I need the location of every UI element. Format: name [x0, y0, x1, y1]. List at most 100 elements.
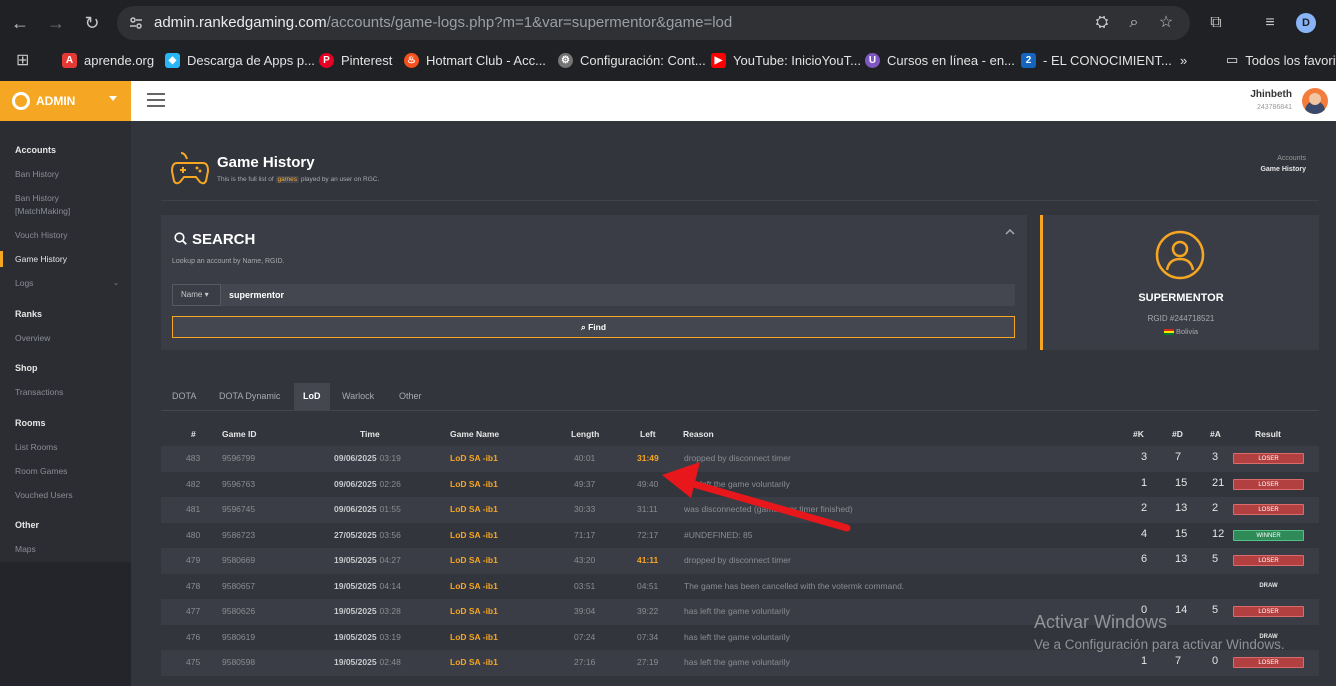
bookmark-label: Configuración: Cont... [580, 52, 706, 68]
sidebar-active-indicator [0, 251, 3, 267]
sidebar-item-transactions[interactable]: Transactions [15, 386, 63, 399]
game-name[interactable]: LoD SA -ib1 [450, 479, 498, 489]
game-name[interactable]: LoD SA -ib1 [450, 504, 498, 514]
brand-menu[interactable]: ADMIN [0, 81, 131, 121]
game-name[interactable]: LoD SA -ib1 [450, 632, 498, 642]
hamburger-menu-icon[interactable] [147, 93, 165, 107]
left-time: 31:49 [637, 453, 659, 463]
search-icon: ⌕ [580, 322, 586, 332]
address-bar[interactable]: admin.rankedgaming.com/accounts/game-log… [117, 6, 1190, 40]
game-name[interactable]: LoD SA -ib1 [450, 453, 498, 463]
bookmark-item[interactable]: ♨ Hotmart Club - Acc... [404, 51, 546, 69]
search-title: SEARCH [192, 231, 256, 248]
profile-card: SUPERMENTOR RGID #244718521 Bolivia [1040, 215, 1319, 350]
kills: 1 [1141, 655, 1148, 667]
folder-icon: ▭ [1226, 52, 1239, 67]
sidebar-section-rooms: Rooms [15, 418, 46, 428]
page-subtitle: This is the full list of games played by… [217, 176, 379, 183]
chevron-up-icon[interactable] [1005, 227, 1015, 237]
bookmark-favicon-icon: 2 [1021, 52, 1036, 68]
sidebar-item-ban-history-mm[interactable]: Ban History [MatchMaking] [15, 192, 95, 218]
sidebar-item-vouch-history[interactable]: Vouch History [15, 229, 67, 242]
user-id: 243786841 [1256, 104, 1292, 111]
bookmark-item[interactable]: P Pinterest [319, 51, 392, 69]
bookmark-item[interactable]: Aaprende.org [62, 51, 154, 69]
apps-grid-icon[interactable]: ⊞ [16, 51, 29, 69]
game-name[interactable]: LoD SA -ib1 [450, 657, 498, 667]
sidebar-item-ban-history[interactable]: Ban History [15, 168, 59, 181]
row-number: 483 [186, 453, 201, 463]
deaths: 14 [1175, 604, 1188, 616]
user-name[interactable]: Jhinbeth [1250, 89, 1292, 100]
table-row: 481 9596745 09/06/2025 01:55 LoD SA -ib1 30:3… [161, 497, 1319, 523]
reload-icon[interactable]: ↻ [80, 11, 104, 35]
left-time: 27:19 [637, 657, 659, 667]
kills: 1 [1141, 476, 1148, 489]
game-name[interactable]: LoD SA -ib1 [450, 530, 498, 540]
user-avatar[interactable] [1302, 88, 1328, 114]
subtitle-pre: This is the full list of [217, 176, 274, 183]
date-text: 09/06/2025 [334, 478, 377, 489]
tabs-divider [161, 410, 1319, 411]
bookmark-item[interactable]: ◆ Descarga de Apps p... [165, 51, 315, 69]
sidebar-item-game-history[interactable]: Game History [15, 253, 67, 266]
time-text: 02:48 [379, 657, 401, 667]
search-type-select[interactable]: Name ▾ [172, 284, 221, 306]
bookmark-item[interactable]: 2 - EL CONOCIMIENT... [1021, 51, 1172, 69]
bookmark-item[interactable]: U Cursos en línea - en... [865, 51, 1015, 69]
all-bookmarks[interactable]: ▭ Todos los favoritos [1226, 51, 1336, 69]
result-badge: LOSER [1233, 657, 1304, 668]
sidebar-item-room-games[interactable]: Room Games [15, 465, 67, 478]
site-settings-icon[interactable] [129, 16, 143, 30]
tab-dota-dynamic[interactable]: DOTA Dynamic [210, 383, 289, 410]
sidebar-item-list-rooms[interactable]: List Rooms [15, 441, 58, 454]
sidebar-item-overview[interactable]: Overview [15, 332, 50, 345]
tab-dota[interactable]: DOTA [163, 383, 205, 410]
date-text: 19/05/2025 [334, 555, 377, 565]
extensions-icon[interactable]: ⧉ [1204, 11, 1228, 35]
game-name[interactable]: LoD SA -ib1 [450, 555, 498, 565]
reading-list-icon[interactable]: ≡ [1258, 11, 1282, 35]
game-name[interactable]: LoD SA -ib1 [450, 606, 498, 616]
game-name[interactable]: LoD SA -ib1 [450, 581, 498, 591]
bookmark-label: Hotmart Club - Acc... [426, 52, 546, 68]
translate-icon[interactable]: ⛭ [1090, 11, 1114, 35]
table-row: 475 9580598 19/05/2025 02:48 LoD SA -ib1 27:1… [161, 650, 1319, 676]
bookmark-item[interactable]: ▶ YouTube: InicioYouT... [711, 51, 861, 69]
table-row: 479 9580669 19/05/2025 04:27 LoD SA -ib1 43:2… [161, 548, 1319, 574]
bookmark-star-icon[interactable]: ☆ [1154, 11, 1178, 35]
game-id: 9580669 [222, 555, 256, 565]
tab-other[interactable]: Other [390, 383, 431, 410]
profile-avatar[interactable]: D [1296, 13, 1316, 33]
zoom-icon[interactable]: ⌕ [1122, 11, 1146, 35]
breadcrumb-accounts[interactable]: Accounts [1277, 155, 1306, 162]
time-cell: 19/05/2025 03:19 [334, 632, 401, 642]
sidebar-item-maps[interactable]: Maps [15, 543, 36, 556]
game-length: 43:20 [574, 555, 596, 565]
bookmark-label: - EL CONOCIMIENT... [1043, 52, 1172, 68]
chevron-down-icon[interactable]: ⌄ [113, 277, 119, 290]
forward-arrow-icon[interactable]: → [44, 11, 68, 35]
time-cell: 09/06/2025 03:19 [334, 453, 401, 463]
bookmark-favicon-icon: A [62, 52, 77, 68]
game-length: 39:04 [574, 606, 596, 616]
deaths: 15 [1175, 476, 1188, 489]
gamepad-icon [171, 152, 209, 185]
bookmark-favicon-icon: ♨ [404, 52, 419, 68]
tab-warlock[interactable]: Warlock [333, 383, 383, 410]
reason-text: #UNDEFINED: 85 [684, 529, 753, 540]
deaths: 7 [1175, 451, 1182, 463]
sidebar-item-vouched-users[interactable]: Vouched Users [15, 489, 73, 502]
back-arrow-icon[interactable]: ← [8, 11, 32, 35]
bookmark-favicon-icon: ◆ [165, 52, 180, 68]
find-button[interactable]: ⌕ Find [172, 316, 1015, 338]
bookmark-item[interactable]: ⚙ Configuración: Cont... [558, 51, 706, 69]
tab-lod[interactable]: LoD [294, 383, 330, 410]
result-badge: WINNER [1233, 529, 1304, 541]
more-bookmarks-icon[interactable]: » [1180, 51, 1187, 69]
bookmark-label: YouTube: InicioYouT... [733, 52, 861, 68]
sidebar-item-logs[interactable]: Logs [15, 277, 33, 290]
reason-text: has left the game voluntarily [684, 657, 790, 667]
search-input[interactable] [221, 284, 1015, 306]
game-id: 9596745 [222, 504, 256, 514]
